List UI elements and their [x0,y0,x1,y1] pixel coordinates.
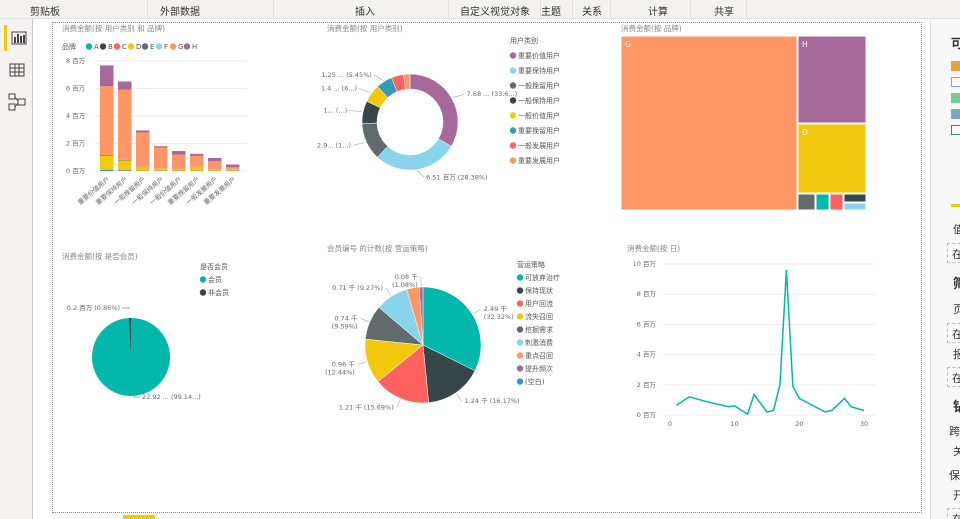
report-view-icon[interactable] [4,25,30,51]
ribbon-group-1[interactable]: 外部数据 [160,3,200,18]
visual-icons[interactable] [951,61,960,135]
pane-input[interactable]: 在 [947,508,960,519]
pane-title: 可 [951,33,960,52]
ribbon-separator [746,0,747,18]
ribbon-group-4[interactable]: 主题 [541,3,561,18]
pane-input[interactable]: 在 [947,367,960,387]
pane-label: 值 [953,221,960,237]
pane-label: 关 [953,443,960,459]
pane-input[interactable]: 在 [947,323,960,343]
report-page [52,22,922,513]
ribbon-separator [572,0,573,18]
ribbon-separator [147,0,148,18]
ribbon-separator [448,0,449,18]
ribbon-group-2[interactable]: 插入 [355,3,375,18]
ribbon-group-5[interactable]: 关系 [582,3,602,18]
page-tab[interactable] [123,515,155,519]
ribbon-group-7[interactable]: 共享 [714,3,734,18]
ribbon-group-6[interactable]: 计算 [648,3,668,18]
pane-label: 开 [953,487,960,503]
ribbon-separator [690,0,691,18]
ribbon-separator [610,0,611,18]
pane-label: 钻 [953,396,960,415]
pane-label: 保 [949,469,960,482]
model-view-icon[interactable] [4,89,30,115]
pane-input[interactable]: 在 [947,243,960,263]
left-nav [0,19,33,519]
ribbon-separator [273,0,274,18]
visualizations-pane: 可 值在筛页在报在钻跨关保开在 [930,19,960,519]
pane-label: 页 [953,301,960,317]
pane-label: 筛 [953,273,960,292]
ribbon: 剪贴板 外部数据 插入 自定义视觉对象 主题 关系 计算 共享 [0,0,960,19]
ribbon-separator [540,0,541,18]
data-view-icon[interactable] [4,57,30,83]
pane-label: 报 [953,346,960,362]
ribbon-group-3[interactable]: 自定义视觉对象 [460,3,530,18]
fields-tab-indicator [951,204,960,207]
ribbon-group-0[interactable]: 剪贴板 [30,3,60,18]
pane-label: 跨 [949,425,960,438]
